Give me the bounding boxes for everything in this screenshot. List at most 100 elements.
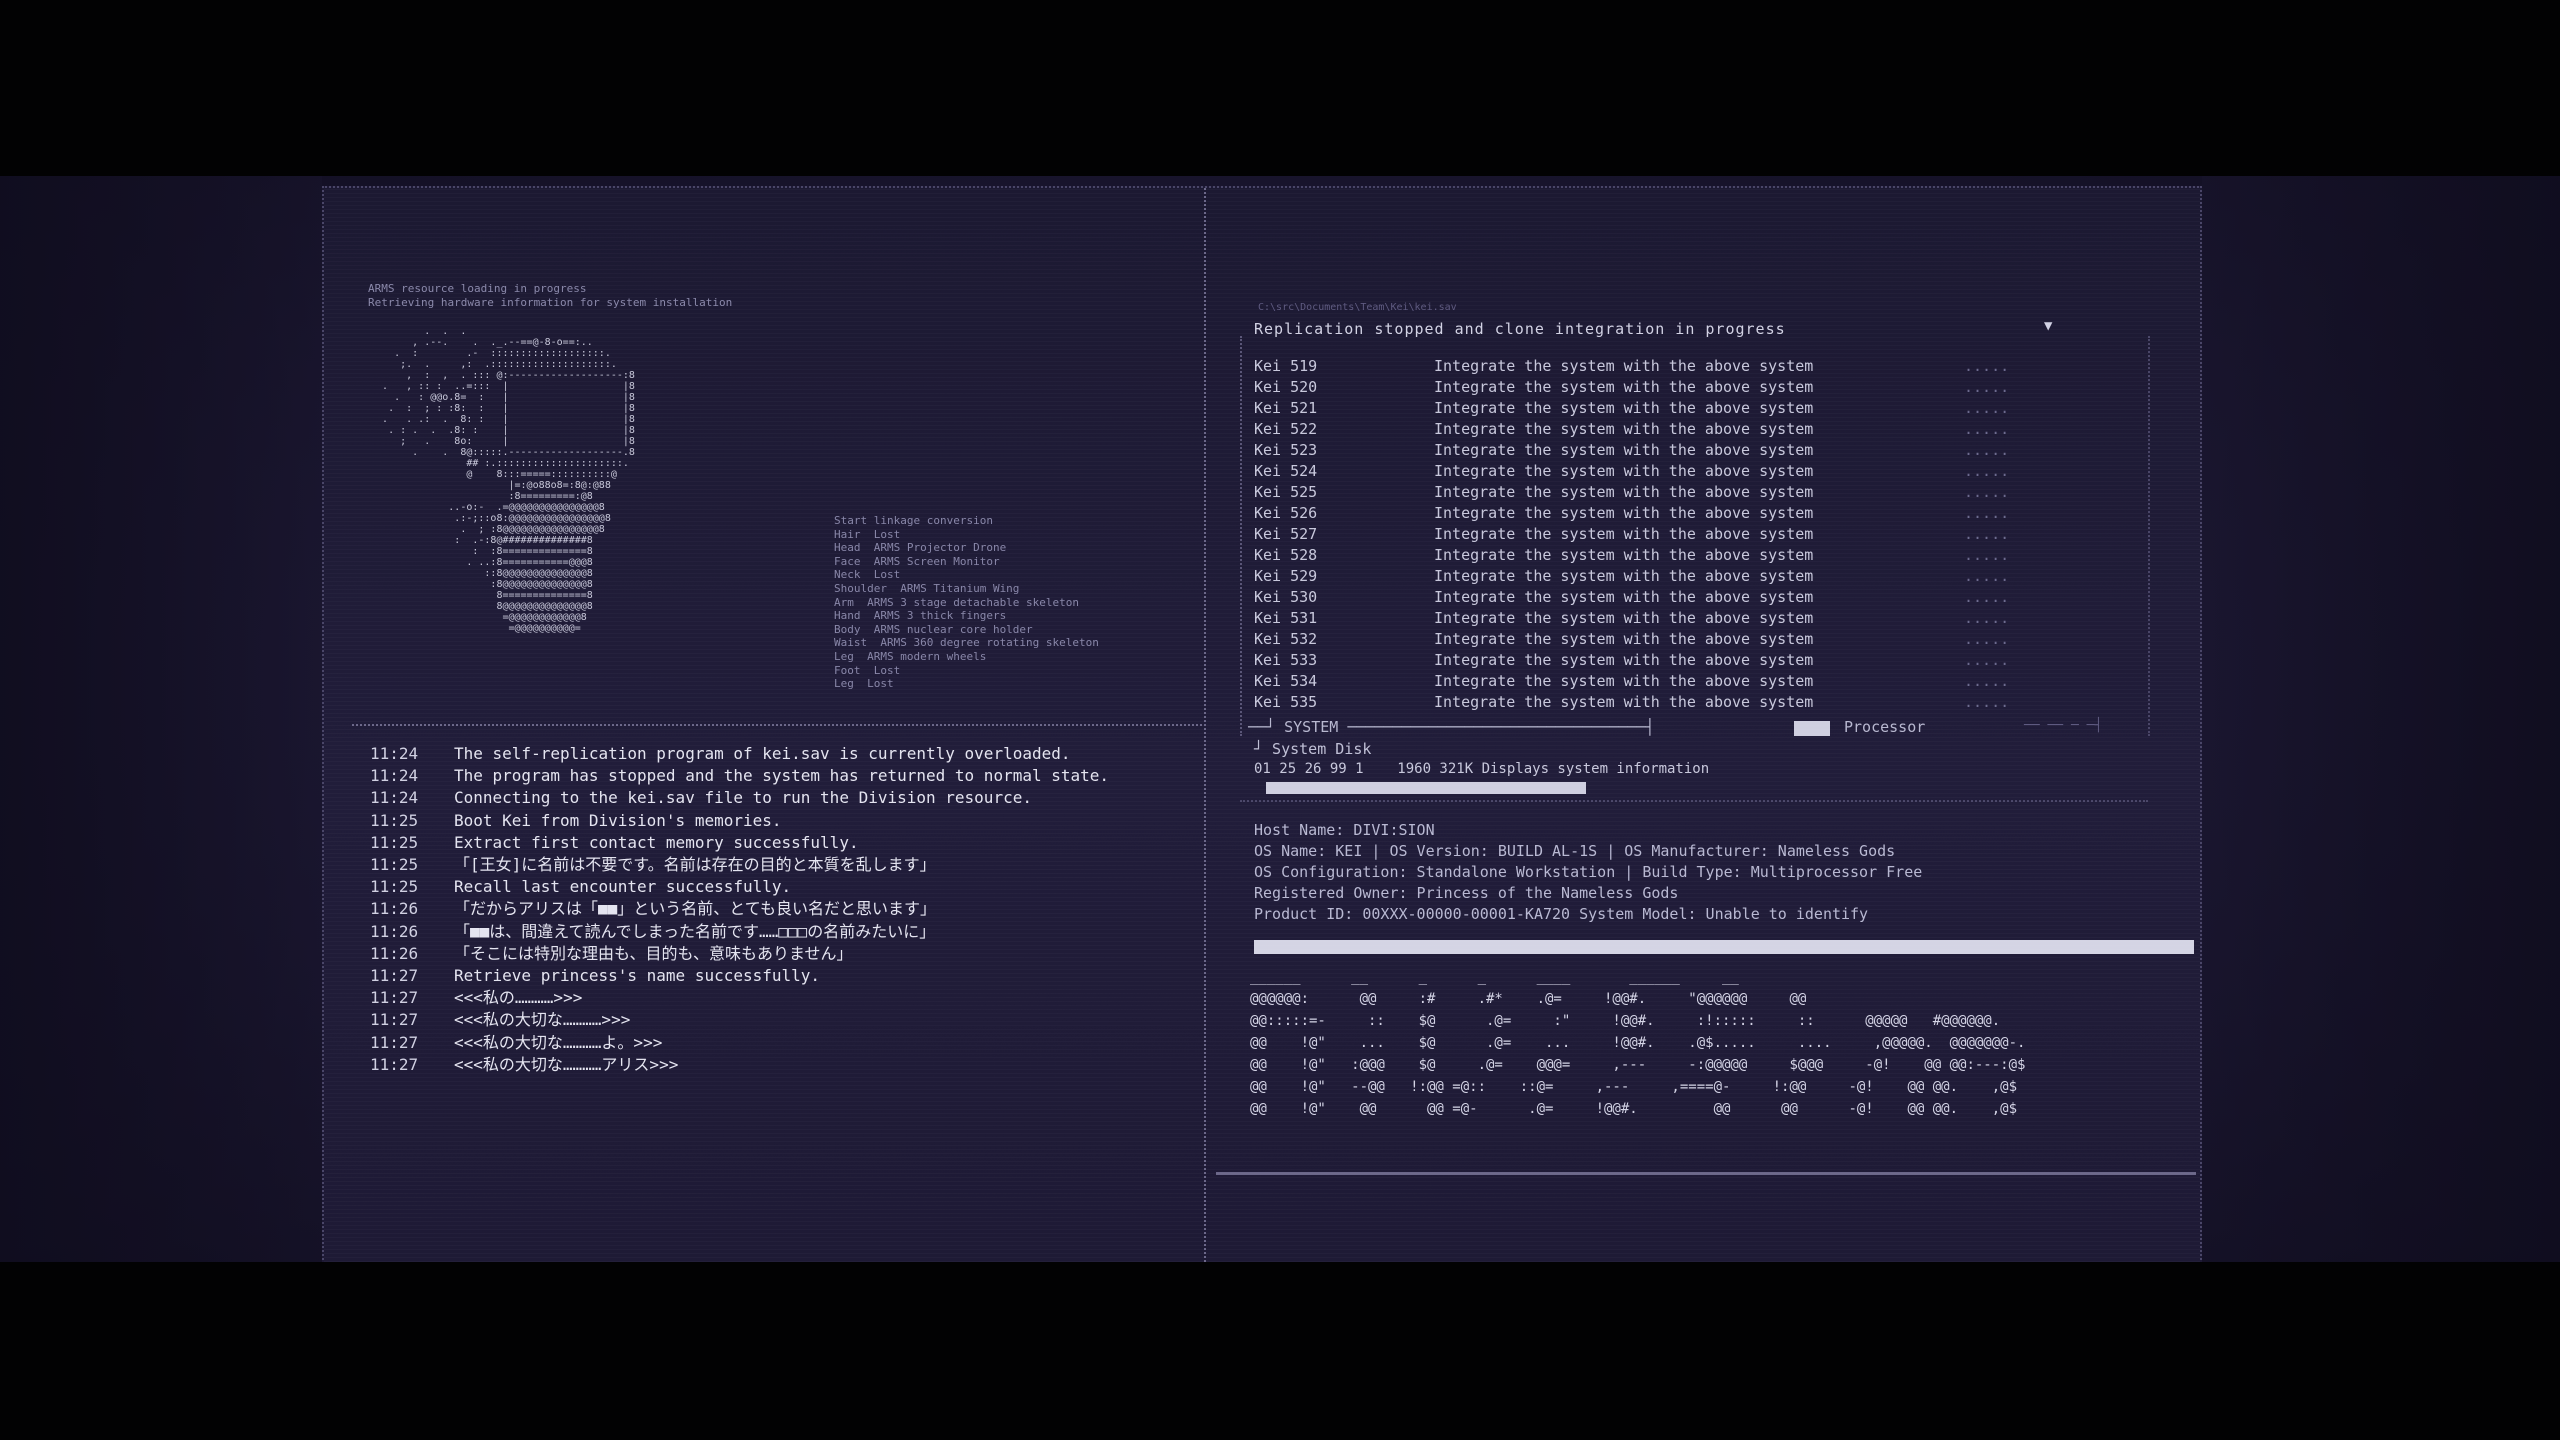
dropdown-arrow-icon[interactable]: ▼: [2044, 318, 2052, 334]
kei-name: Kei 526: [1254, 504, 1318, 522]
log-time: 11:27: [370, 966, 419, 986]
info-bar: [1254, 940, 2194, 954]
log-time: 11:24: [370, 744, 419, 763]
log-row: 11:25 Extract first contact memory succes…: [370, 832, 1109, 854]
kei-dots: .....: [1964, 525, 2010, 543]
kei-dots: .....: [1964, 651, 2010, 669]
processor-line: ── ── ─ ─┤: [2024, 718, 2103, 733]
kei-name: Kei 529: [1254, 567, 1318, 585]
ambient-right: [2202, 176, 2560, 1262]
kei-task: Integrate the system with the above syst…: [1434, 630, 1814, 648]
log-row: 11:26 「■■は、間違えて読んでしまった名前です……□□□の名前みたいに」: [370, 921, 1109, 943]
log-time: 11:24: [370, 788, 419, 808]
kei-dots: .....: [1964, 672, 2010, 690]
log-message: Boot Kei from Division's memories.: [454, 810, 782, 830]
kei-list: Kei 519 Integrate the system with the abo…: [1254, 356, 2009, 713]
system-meter: [1794, 721, 1830, 736]
kei-dots: .....: [1964, 546, 2010, 564]
kei-name: Kei 524: [1254, 462, 1318, 480]
log-row: 11:27 <<<私の大切な…………>>>: [370, 1009, 1109, 1031]
kei-row: Kei 535 Integrate the system with the abo…: [1254, 692, 2009, 713]
kei-task: Integrate the system with the above syst…: [1434, 609, 1814, 627]
kei-name: Kei 528: [1254, 546, 1318, 564]
disk-progress-bar: [1266, 782, 1586, 794]
bottom-scroll-bar[interactable]: [1216, 1172, 2196, 1175]
kei-name: Kei 521: [1254, 399, 1318, 417]
kei-name: Kei 520: [1254, 378, 1318, 396]
log-row: 11:27 Retrieve princess's name successful…: [370, 965, 1109, 987]
log-time: 11:26: [370, 921, 419, 941]
log-message: The self-replication program of kei.sav …: [454, 744, 1071, 763]
log-time: 11:26: [370, 943, 419, 963]
kei-row: Kei 532 Integrate the system with the abo…: [1254, 629, 2009, 650]
kei-dots: .....: [1964, 420, 2010, 438]
kei-task: Integrate the system with the above syst…: [1434, 525, 1814, 543]
kei-name: Kei 531: [1254, 609, 1318, 627]
log-time: 11:25: [370, 832, 419, 852]
log-row: 11:24 The self-replication program of kei…: [370, 743, 1109, 765]
log-message: <<<私の大切な…………>>>: [454, 1010, 631, 1030]
left-panel: ARMS resource loading in progress Retrie…: [324, 188, 1202, 1262]
log-message: Extract first contact memory successfull…: [454, 832, 859, 852]
log-time: 11:25: [370, 810, 419, 830]
kei-dots: .....: [1964, 588, 2010, 606]
kei-row: Kei 531 Integrate the system with the abo…: [1254, 608, 2009, 629]
log-row: 11:24 The program has stopped and the sys…: [370, 765, 1109, 787]
kei-task: Integrate the system with the above syst…: [1434, 399, 1814, 417]
system-disk-label: ┘ System Disk: [1254, 740, 1372, 758]
kei-task: Integrate the system with the above syst…: [1434, 672, 1814, 690]
kei-row: Kei 522 Integrate the system with the abo…: [1254, 419, 2009, 440]
scene: ARMS resource loading in progress Retrie…: [0, 176, 2560, 1262]
kei-name: Kei 522: [1254, 420, 1318, 438]
log-message: 「■■は、間違えて読んでしまった名前です……□□□の名前みたいに」: [454, 921, 936, 941]
kei-row: Kei 524 Integrate the system with the abo…: [1254, 461, 2009, 482]
kei-name: Kei 532: [1254, 630, 1318, 648]
log-time: 11:25: [370, 877, 419, 897]
kei-task: Integrate the system with the above syst…: [1434, 651, 1814, 669]
system-info: Host Name: DIVI:SION OS Name: KEI | OS V…: [1254, 821, 1923, 923]
system-label: ──┘ SYSTEM ─────────────────────────────…: [1248, 718, 1655, 736]
event-log: 11:24 The self-replication program of kei…: [370, 743, 1109, 1076]
log-row: 11:27 <<<私の大切な…………アリス>>>: [370, 1054, 1109, 1076]
kei-task: Integrate the system with the above syst…: [1434, 441, 1814, 459]
kei-dots: .....: [1964, 609, 2010, 627]
kei-task: Integrate the system with the above syst…: [1434, 357, 1814, 375]
log-time: 11:27: [370, 988, 419, 1008]
log-message: Recall last encounter successfully.: [454, 877, 792, 897]
terminal-screen: ARMS resource loading in progress Retrie…: [322, 186, 2202, 1262]
kei-task: Integrate the system with the above syst…: [1434, 588, 1814, 606]
kei-name: Kei 527: [1254, 525, 1318, 543]
kei-dots: .....: [1964, 483, 2010, 501]
log-time: 11:24: [370, 766, 419, 786]
log-row: 11:26 「だからアリスは「■■」という名前、とても良い名だと思います」: [370, 898, 1109, 920]
kei-task: Integrate the system with the above syst…: [1434, 567, 1814, 585]
kei-dots: .....: [1964, 630, 2010, 648]
kei-task: Integrate the system with the above syst…: [1434, 504, 1814, 522]
kei-row: Kei 521 Integrate the system with the abo…: [1254, 398, 2009, 419]
kei-row: Kei 520 Integrate the system with the abo…: [1254, 377, 2009, 398]
log-message: 「[王女]に名前は不要です。名前は存在の目的と本質を乱します」: [454, 855, 936, 875]
log-row: 11:25 Recall last encounter successfully.: [370, 876, 1109, 898]
kei-dots: .....: [1964, 399, 2010, 417]
kei-row: Kei 519 Integrate the system with the abo…: [1254, 356, 2009, 377]
kei-dots: .....: [1964, 378, 2010, 396]
kei-task: Integrate the system with the above syst…: [1434, 420, 1814, 438]
ambient-left: [0, 176, 322, 1262]
kei-dots: .....: [1964, 693, 2010, 711]
disk-info: 01 25 26 99 1 1960 321K Displays system …: [1254, 761, 1710, 777]
kei-row: Kei 530 Integrate the system with the abo…: [1254, 587, 2009, 608]
letterbox-top: [0, 0, 2560, 176]
log-message: 「そこには特別な理由も、目的も、意味もありません」: [454, 943, 853, 963]
log-time: 11:27: [370, 1032, 419, 1052]
kei-name: Kei 530: [1254, 588, 1318, 606]
kei-task: Integrate the system with the above syst…: [1434, 462, 1814, 480]
replication-border-left: [1240, 336, 1242, 736]
log-row: 11:25 Boot Kei from Division's memories.: [370, 810, 1109, 832]
kei-row: Kei 527 Integrate the system with the abo…: [1254, 524, 2009, 545]
kei-dots: .....: [1964, 504, 2010, 522]
kei-row: Kei 534 Integrate the system with the abo…: [1254, 671, 2009, 692]
kei-row: Kei 533 Integrate the system with the abo…: [1254, 650, 2009, 671]
log-message: <<<私の…………>>>: [454, 988, 583, 1008]
kei-row: Kei 523 Integrate the system with the abo…: [1254, 440, 2009, 461]
linkage-info: Start linkage conversion Hair Lost Head …: [834, 514, 1099, 691]
